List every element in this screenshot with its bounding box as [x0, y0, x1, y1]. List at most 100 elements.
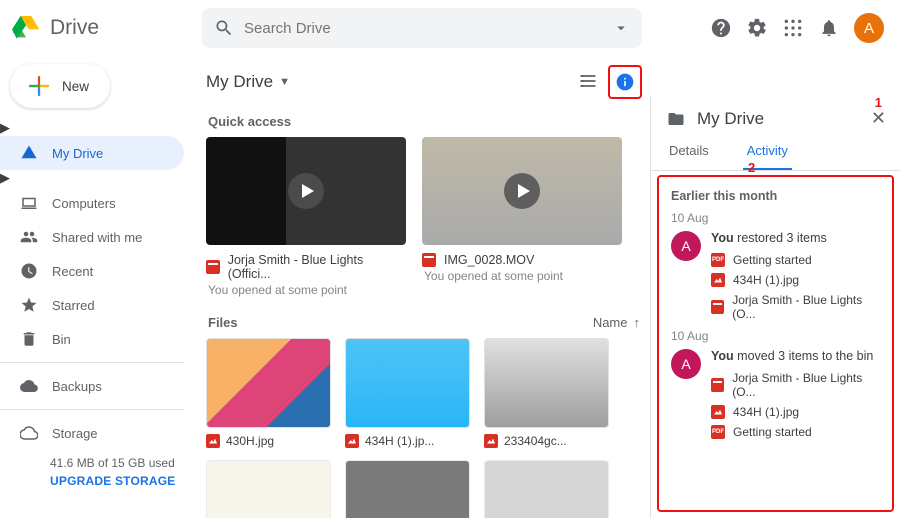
video-icon — [711, 300, 724, 314]
files-heading: Files — [208, 315, 238, 330]
drive-icon — [20, 144, 38, 162]
folder-icon — [665, 110, 687, 128]
dropdown-icon[interactable] — [612, 19, 630, 37]
account-avatar[interactable]: A — [854, 13, 884, 43]
panel-title: My Drive — [697, 109, 764, 129]
video-icon — [422, 253, 436, 267]
annotation-callout: 2 — [748, 160, 755, 175]
activity-panel: Earlier this month 10 Aug A You restored… — [657, 175, 894, 512]
storage-icon — [20, 424, 38, 442]
drive-logo-icon — [10, 12, 42, 44]
video-thumbnail — [422, 137, 622, 245]
file-name: Getting started — [733, 253, 812, 267]
sidebar-item-backups[interactable]: Backups — [0, 369, 184, 403]
new-button[interactable]: New — [10, 64, 110, 108]
sidebar-item-label: Shared with me — [52, 230, 142, 245]
bin-icon — [20, 330, 38, 348]
file-subtitle: You opened at some point — [424, 269, 622, 283]
user-avatar: A — [671, 231, 701, 261]
info-icon — [615, 72, 635, 92]
close-icon[interactable]: ✕ — [871, 108, 886, 129]
chevron-down-icon: ▼ — [279, 76, 290, 88]
new-button-label: New — [62, 79, 89, 94]
file-subtitle: You opened at some point — [208, 283, 406, 297]
sidebar-item-computers[interactable]: Computers — [0, 186, 184, 220]
video-thumbnail — [206, 137, 406, 245]
list-view-icon[interactable] — [578, 71, 598, 94]
video-icon — [206, 260, 220, 274]
backups-icon — [20, 377, 38, 395]
play-icon — [504, 173, 540, 209]
upgrade-storage-link[interactable]: UPGRADE STORAGE — [50, 474, 184, 488]
activity-text: You restored 3 items — [711, 231, 880, 245]
image-icon — [206, 434, 220, 448]
image-thumbnail — [345, 338, 470, 428]
computers-icon — [20, 194, 38, 212]
help-icon[interactable] — [710, 17, 732, 39]
storage-usage: 41.6 MB of 15 GB used — [50, 456, 184, 470]
info-button[interactable] — [608, 65, 642, 99]
file-name: IMG_0028.MOV — [444, 253, 534, 267]
play-icon — [288, 173, 324, 209]
gear-icon[interactable] — [746, 17, 768, 39]
quick-access-heading: Quick access — [208, 114, 642, 129]
activity-group-heading: Earlier this month — [671, 189, 880, 203]
sort-button[interactable]: Name ↑ — [593, 315, 640, 330]
app-name: Drive — [50, 16, 99, 40]
notifications-icon[interactable] — [818, 17, 840, 39]
chevron-right-icon[interactable]: ▶ — [0, 120, 10, 135]
search-input[interactable] — [244, 20, 602, 37]
activity-file[interactable]: PDFGetting started — [711, 425, 880, 439]
sidebar-item-bin[interactable]: Bin — [0, 322, 184, 356]
chevron-right-icon[interactable]: ▶ — [0, 170, 10, 185]
search-bar[interactable] — [202, 8, 642, 48]
quick-access-card[interactable]: Jorja Smith - Blue Lights (Offici... You… — [206, 137, 406, 297]
pdf-icon: PDF — [711, 253, 725, 267]
sidebar-item-label: Storage — [52, 426, 98, 441]
recent-icon — [20, 262, 38, 280]
file-card[interactable]: 434H (1).jp... — [345, 338, 470, 448]
tab-details[interactable]: Details — [665, 135, 713, 170]
search-icon — [214, 18, 234, 38]
activity-file[interactable]: PDF Getting started — [711, 253, 880, 267]
activity-item: A You restored 3 items PDF Getting starte… — [671, 231, 880, 321]
file-card[interactable] — [345, 460, 470, 518]
shared-icon — [20, 228, 38, 246]
image-icon — [711, 405, 725, 419]
file-card[interactable] — [484, 460, 609, 518]
star-icon — [20, 296, 38, 314]
image-thumbnail — [206, 338, 331, 428]
breadcrumb[interactable]: My Drive ▼ — [206, 72, 290, 92]
quick-access-card[interactable]: IMG_0028.MOV You opened at some point — [422, 137, 622, 297]
sidebar-item-storage[interactable]: Storage — [0, 416, 184, 450]
apps-icon[interactable] — [782, 17, 804, 39]
pdf-icon: PDF — [711, 425, 725, 439]
file-name: 434H (1).jpg — [733, 405, 799, 419]
file-name: Jorja Smith - Blue Lights (Offici... — [228, 253, 406, 281]
activity-file[interactable]: Jorja Smith - Blue Lights (O... — [711, 293, 880, 321]
activity-file[interactable]: Jorja Smith - Blue Lights (O... — [711, 371, 880, 399]
sidebar-item-label: Computers — [52, 196, 116, 211]
sidebar-item-my-drive[interactable]: My Drive — [0, 136, 184, 170]
sidebar-item-starred[interactable]: Starred — [0, 288, 184, 322]
video-icon — [711, 378, 724, 392]
logo-area[interactable]: Drive — [10, 12, 190, 44]
file-card[interactable] — [206, 460, 331, 518]
sidebar-item-label: Bin — [52, 332, 71, 347]
image-icon — [711, 273, 725, 287]
activity-file[interactable]: 434H (1).jpg — [711, 273, 880, 287]
sidebar-item-label: Backups — [52, 379, 102, 394]
file-name: 434H (1).jpg — [733, 273, 799, 287]
file-name: 434H (1).jp... — [365, 434, 434, 448]
sidebar-item-label: My Drive — [52, 146, 103, 161]
sidebar-item-shared[interactable]: Shared with me — [0, 220, 184, 254]
file-card[interactable]: 233404gc... — [484, 338, 609, 448]
breadcrumb-label: My Drive — [206, 72, 273, 92]
activity-file[interactable]: 434H (1).jpg — [711, 405, 880, 419]
image-icon — [484, 434, 498, 448]
sidebar-item-recent[interactable]: Recent — [0, 254, 184, 288]
activity-date: 10 Aug — [671, 329, 880, 343]
activity-text: You moved 3 items to the bin — [711, 349, 880, 363]
file-card[interactable]: 430H.jpg — [206, 338, 331, 448]
annotation-callout: 1 — [875, 95, 882, 110]
